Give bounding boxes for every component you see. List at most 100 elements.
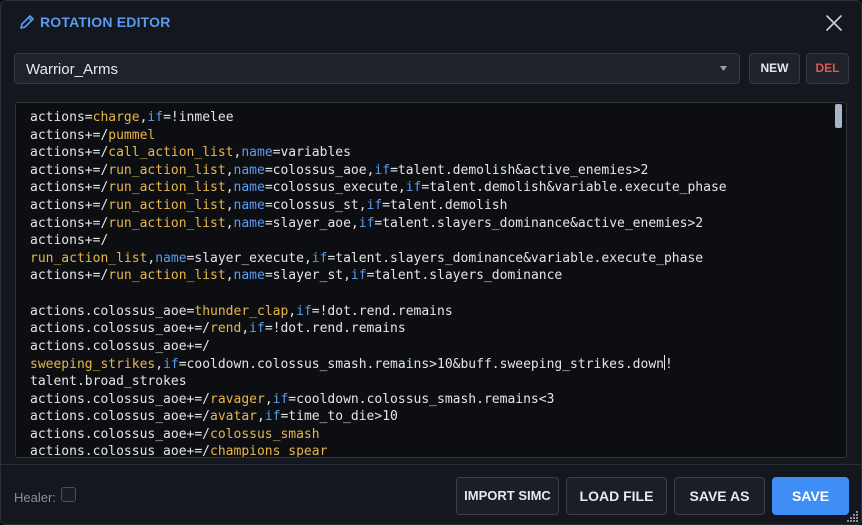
code-token: talent.broad_strokes (30, 373, 187, 389)
code-token: actions+=/ (30, 233, 109, 249)
keyword-token: name (155, 250, 187, 266)
code-line[interactable]: run_action_list,name=slayer_execute,if=t… (30, 250, 828, 268)
profile-select[interactable]: Warrior_Arms (14, 53, 740, 84)
code-token: , (264, 391, 273, 407)
code-token: actions+=/ (30, 127, 109, 143)
action-token: run_action_list (108, 162, 226, 178)
load-file-button[interactable]: LOAD FILE (566, 477, 667, 515)
keyword-token: if (296, 303, 312, 319)
code-line[interactable]: actions+=/pummel (30, 127, 828, 145)
healer-checkbox[interactable] (61, 487, 76, 502)
action-token: call_action_list (108, 145, 234, 161)
code-token: actions.colossus_aoe+=/ (30, 426, 211, 442)
code-line[interactable]: actions.colossus_aoe=thunder_clap,if=!do… (30, 303, 828, 321)
rotation-code-editor[interactable]: actions=charge,if=!inmelee actions+=/pumm… (15, 102, 847, 458)
profile-select-value: Warrior_Arms (26, 61, 118, 78)
save-as-button[interactable]: SAVE AS (674, 477, 765, 515)
action-token: colossus_smash (210, 426, 320, 442)
action-token: avatar (210, 409, 257, 425)
code-text[interactable]: actions=charge,if=!inmelee actions+=/pumm… (30, 109, 828, 458)
code-token: , (225, 197, 234, 213)
rotation-editor-window: ROTATION EDITOR Warrior_Arms NEW DEL act… (0, 0, 862, 525)
keyword-token: if (358, 215, 375, 231)
code-line[interactable]: actions.colossus_aoe+=/ravager,if=cooldo… (30, 391, 828, 409)
code-line[interactable]: actions+=/run_action_list,name=colossus_… (30, 179, 828, 197)
import-simc-button[interactable]: IMPORT SIMC (456, 477, 559, 515)
code-token: actions.colossus_aoe+=/ (30, 338, 211, 354)
code-token: =talent.slayers_dominance&active_enemies… (374, 215, 704, 231)
profile-toolbar: Warrior_Arms NEW DEL (1, 43, 861, 99)
code-token: =slayer_execute, (186, 250, 312, 266)
resize-grip-icon[interactable] (847, 510, 859, 522)
code-token: actions+=/ (30, 180, 109, 196)
keyword-token: if (374, 162, 391, 178)
code-token: actions.colossus_aoe= (30, 303, 195, 319)
code-line[interactable]: actions.colossus_aoe+=/rend,if=!dot.rend… (30, 320, 828, 338)
keyword-token: name (233, 162, 265, 178)
editor-scrollbar-track[interactable] (834, 104, 843, 456)
code-token: , (225, 215, 234, 231)
code-token: =talent.demolish&active_enemies>2 (390, 162, 649, 178)
pencil-icon (20, 15, 34, 29)
code-token: =slayer_st, (264, 268, 351, 284)
code-line[interactable]: actions=charge,if=!inmelee (30, 109, 828, 127)
code-line[interactable]: actions+=/run_action_list,name=colossus_… (30, 162, 828, 180)
code-token: actions+=/ (30, 268, 109, 284)
code-line[interactable]: actions.colossus_aoe+=/colossus_smash (30, 426, 828, 444)
code-line[interactable] (30, 285, 828, 303)
editor-scrollbar-thumb[interactable] (835, 104, 842, 128)
code-line[interactable]: actions+=/ (30, 232, 828, 250)
code-line[interactable]: actions.colossus_aoe+=/ (30, 338, 828, 356)
delete-profile-button[interactable]: DEL (806, 53, 849, 84)
code-token: ! (664, 357, 673, 373)
code-token: , (241, 321, 250, 337)
action-token: run_action_list (108, 197, 226, 213)
action-token: champions_spear (210, 444, 328, 458)
code-token: =colossus_execute, (264, 180, 406, 196)
keyword-token: if (405, 180, 422, 196)
code-token: , (225, 180, 234, 196)
code-token: actions.colossus_aoe+=/ (30, 409, 211, 425)
code-line[interactable]: actions+=/run_action_list,name=slayer_st… (30, 267, 828, 285)
action-token: thunder_clap (194, 303, 289, 319)
action-token: run_action_list (108, 180, 226, 196)
code-token: =!dot.rend.remains (311, 303, 453, 319)
action-token: pummel (108, 127, 156, 143)
code-line[interactable]: actions+=/run_action_list,name=slayer_ao… (30, 215, 828, 233)
window-title: ROTATION EDITOR (40, 14, 171, 30)
code-line[interactable]: actions.colossus_aoe+=/champions_spear (30, 443, 828, 458)
code-token: , (225, 162, 234, 178)
keyword-token: if (264, 409, 281, 425)
healer-label: Healer: (14, 490, 56, 505)
action-token: ravager (210, 391, 265, 407)
code-token: =colossus_st, (264, 197, 367, 213)
code-token: =talent.slayers_dominance&variable.execu… (327, 250, 704, 266)
code-token: =colossus_aoe, (264, 162, 375, 178)
code-token: , (155, 357, 164, 373)
save-button[interactable]: SAVE (772, 477, 849, 515)
action-token: run_action_list (108, 215, 226, 231)
new-profile-button[interactable]: NEW (749, 53, 800, 84)
code-token: actions+=/ (30, 197, 109, 213)
code-token: actions= (30, 110, 93, 125)
title-bar: ROTATION EDITOR (1, 1, 861, 43)
code-token: =time_to_die>10 (280, 409, 398, 425)
code-token: =talent.slayers_dominance (366, 268, 563, 284)
code-token: =variables (272, 145, 351, 161)
code-token: actions.colossus_aoe+=/ (30, 391, 211, 407)
code-token: , (256, 409, 265, 425)
code-token: =talent.demolish&variable.execute_phase (421, 180, 727, 196)
code-line[interactable]: talent.broad_strokes (30, 373, 828, 391)
action-token: run_action_list (30, 250, 148, 266)
close-icon[interactable] (821, 10, 847, 36)
code-line[interactable]: actions+=/call_action_list,name=variable… (30, 144, 828, 162)
code-line[interactable]: actions+=/run_action_list,name=colossus_… (30, 197, 828, 215)
keyword-token: if (249, 321, 265, 337)
keyword-token: name (241, 145, 273, 161)
code-line[interactable]: actions.colossus_aoe+=/avatar,if=time_to… (30, 408, 828, 426)
keyword-token: if (311, 250, 328, 266)
keyword-token: if (366, 197, 383, 213)
code-token: =!inmelee (163, 110, 234, 125)
code-line[interactable]: sweeping_strikes,if=cooldown.colossus_sm… (30, 355, 828, 373)
code-token: =cooldown.colossus_smash.remains>10&buff… (178, 357, 664, 373)
